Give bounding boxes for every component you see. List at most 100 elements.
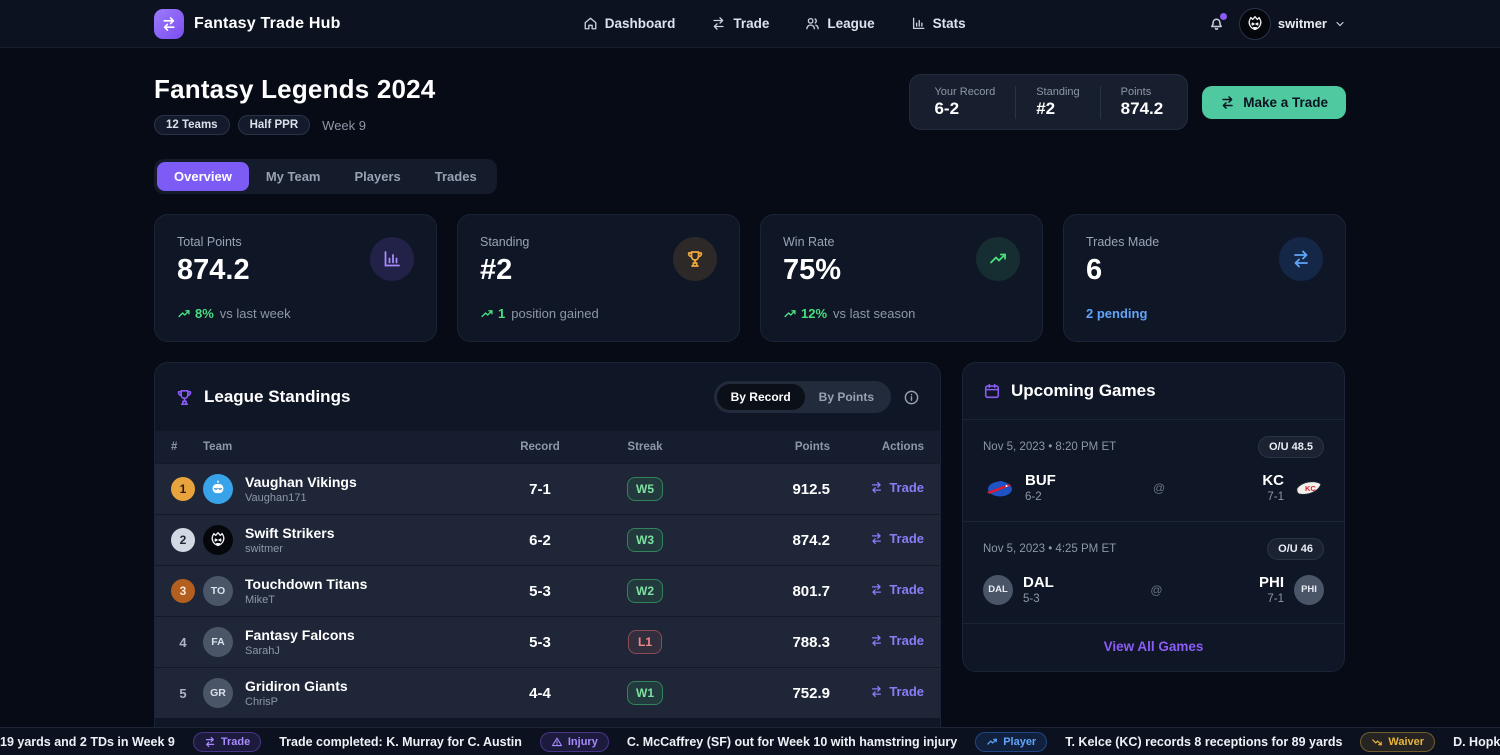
waiver-ticker-badge: Waiver (1360, 732, 1435, 752)
trade-action-link[interactable]: Trade (870, 582, 924, 597)
game-datetime: Nov 5, 2023 • 8:20 PM ET (983, 441, 1116, 453)
alert-triangle-icon (551, 736, 563, 748)
bills-logo (983, 477, 1015, 499)
your-record-stat: Your Record 6-2 (914, 86, 1015, 119)
brand: Fantasy Trade Hub (154, 9, 341, 39)
tab-players[interactable]: Players (338, 162, 418, 191)
bar-chart-icon (911, 16, 926, 31)
news-ticker: 19 yards and 2 TDs in Week 9 Trade Trade… (0, 727, 1500, 755)
swap-icon (1279, 237, 1323, 281)
team-name: Swift Strikers (245, 525, 334, 541)
sort-toggle: By Record By Points (714, 381, 891, 413)
game-datetime: Nov 5, 2023 • 4:25 PM ET (983, 543, 1116, 555)
team-owner: MikeT (245, 594, 367, 606)
ticker-item-text: 19 yards and 2 TDs in Week 9 (0, 735, 175, 749)
trade-action-link[interactable]: Trade (870, 684, 924, 699)
nav-item-stats[interactable]: Stats (911, 16, 966, 31)
ticker-item-text: Trade completed: K. Murray for C. Austin (279, 735, 522, 749)
initials-avatar: TO (203, 576, 233, 606)
users-icon (805, 16, 820, 31)
trending-down-icon (1371, 736, 1383, 748)
tab-overview[interactable]: Overview (157, 162, 249, 191)
home-team-record: 7-1 (1262, 491, 1284, 503)
robot-mascot-avatar (203, 474, 233, 504)
league-standings-panel: League Standings By Record By Points # (154, 362, 941, 755)
table-row: 5 GR Gridiron Giants ChrisP 4-4 W1 (155, 668, 940, 719)
rank-badge: 3 (171, 579, 195, 603)
week-label: Week 9 (322, 118, 366, 133)
info-icon (903, 389, 920, 406)
swap-icon (870, 685, 883, 698)
home-team-abbr: PHI (1259, 574, 1284, 591)
stat-card-trades-made: Trades Made 6 2 pending (1063, 214, 1346, 342)
over-under-badge: O/U 46 (1267, 538, 1324, 560)
page-title: Fantasy Legends 2024 (154, 74, 435, 105)
top-nav: Fantasy Trade Hub Dashboard Trade League… (0, 0, 1500, 48)
scoring-badge: Half PPR (238, 115, 311, 135)
teams-badge: 12 Teams (154, 115, 230, 135)
user-menu[interactable]: switmer (1239, 8, 1346, 40)
tab-my-team[interactable]: My Team (249, 162, 338, 191)
swap-icon (711, 16, 726, 31)
view-all-games-link[interactable]: View All Games (963, 624, 1344, 671)
table-row: 1 Vaughan Vikings Vaughan171 (155, 464, 940, 515)
stat-card-win-rate: Win Rate 75% 12% vs last season (760, 214, 1043, 342)
team-name: Touchdown Titans (245, 576, 367, 592)
notification-dot (1220, 13, 1227, 20)
team-owner: ChrisP (245, 696, 348, 708)
make-a-trade-button[interactable]: Make a Trade (1202, 86, 1346, 119)
trade-action-link[interactable]: Trade (870, 633, 924, 648)
nav-item-dashboard[interactable]: Dashboard (583, 16, 676, 31)
streak-badge: L1 (628, 630, 662, 654)
streak-badge: W5 (627, 477, 663, 501)
standings-title: League Standings (204, 387, 350, 407)
away-team-abbr: DAL (1023, 574, 1054, 591)
nav-item-league[interactable]: League (805, 16, 874, 31)
team-name: Fantasy Falcons (245, 627, 355, 643)
lion-mascot-icon (1244, 13, 1266, 35)
points-stat: Points 874.2 (1100, 86, 1184, 119)
table-row: 4 FA Fantasy Falcons SarahJ 5-3 L1 (155, 617, 940, 668)
brand-swap-icon (154, 9, 184, 39)
upcoming-games-panel: Upcoming Games Nov 5, 2023 • 8:20 PM ET … (962, 362, 1345, 672)
nav-user-area: switmer (1208, 8, 1346, 40)
ticker-item-text: C. McCaffrey (SF) out for Week 10 with h… (627, 735, 957, 749)
tab-trades[interactable]: Trades (418, 162, 494, 191)
initials-avatar: GR (203, 678, 233, 708)
streak-badge: W2 (627, 579, 663, 603)
standings-table: # Team Record Streak Points Actions 1 (155, 431, 940, 718)
home-team-abbr: KC (1262, 472, 1284, 489)
lion-mascot-avatar (203, 525, 233, 555)
team-owner: switmer (245, 543, 334, 555)
initials-avatar: FA (203, 627, 233, 657)
player-ticker-badge: Player (975, 732, 1047, 752)
toggle-by-points[interactable]: By Points (805, 384, 888, 410)
notifications-button[interactable] (1208, 15, 1225, 32)
stat-cards: Total Points 874.2 8% vs last week Stand… (154, 214, 1346, 342)
table-row: 3 TO Touchdown Titans MikeT 5-3 W2 (155, 566, 940, 617)
swap-icon (870, 532, 883, 545)
trophy-icon (175, 388, 194, 407)
streak-badge: W3 (627, 528, 663, 552)
toggle-by-record[interactable]: By Record (717, 384, 805, 410)
info-button[interactable] (903, 389, 920, 406)
trade-action-link[interactable]: Trade (870, 480, 924, 495)
rank-badge: 5 (171, 681, 195, 705)
trade-action-link[interactable]: Trade (870, 531, 924, 546)
nav-item-trade[interactable]: Trade (711, 16, 769, 31)
record-summary-card: Your Record 6-2 Standing #2 Points 874.2 (909, 74, 1188, 130)
pending-trades-note: 2 pending (1086, 306, 1147, 321)
away-team-abbr: BUF (1025, 472, 1056, 489)
brand-name: Fantasy Trade Hub (194, 15, 341, 33)
trend-up-icon: 12% (783, 306, 827, 321)
svg-text:KC: KC (1305, 484, 1316, 493)
chiefs-logo: KC (1294, 477, 1324, 499)
calendar-icon (983, 382, 1001, 400)
team-name: Gridiron Giants (245, 678, 348, 694)
chevron-down-icon (1334, 18, 1346, 30)
away-team-record: 6-2 (1025, 491, 1056, 503)
swap-icon (870, 583, 883, 596)
streak-badge: W1 (627, 681, 663, 705)
swap-icon (1220, 95, 1235, 110)
ticker-item-text: T. Kelce (KC) records 8 receptions for 8… (1065, 735, 1342, 749)
